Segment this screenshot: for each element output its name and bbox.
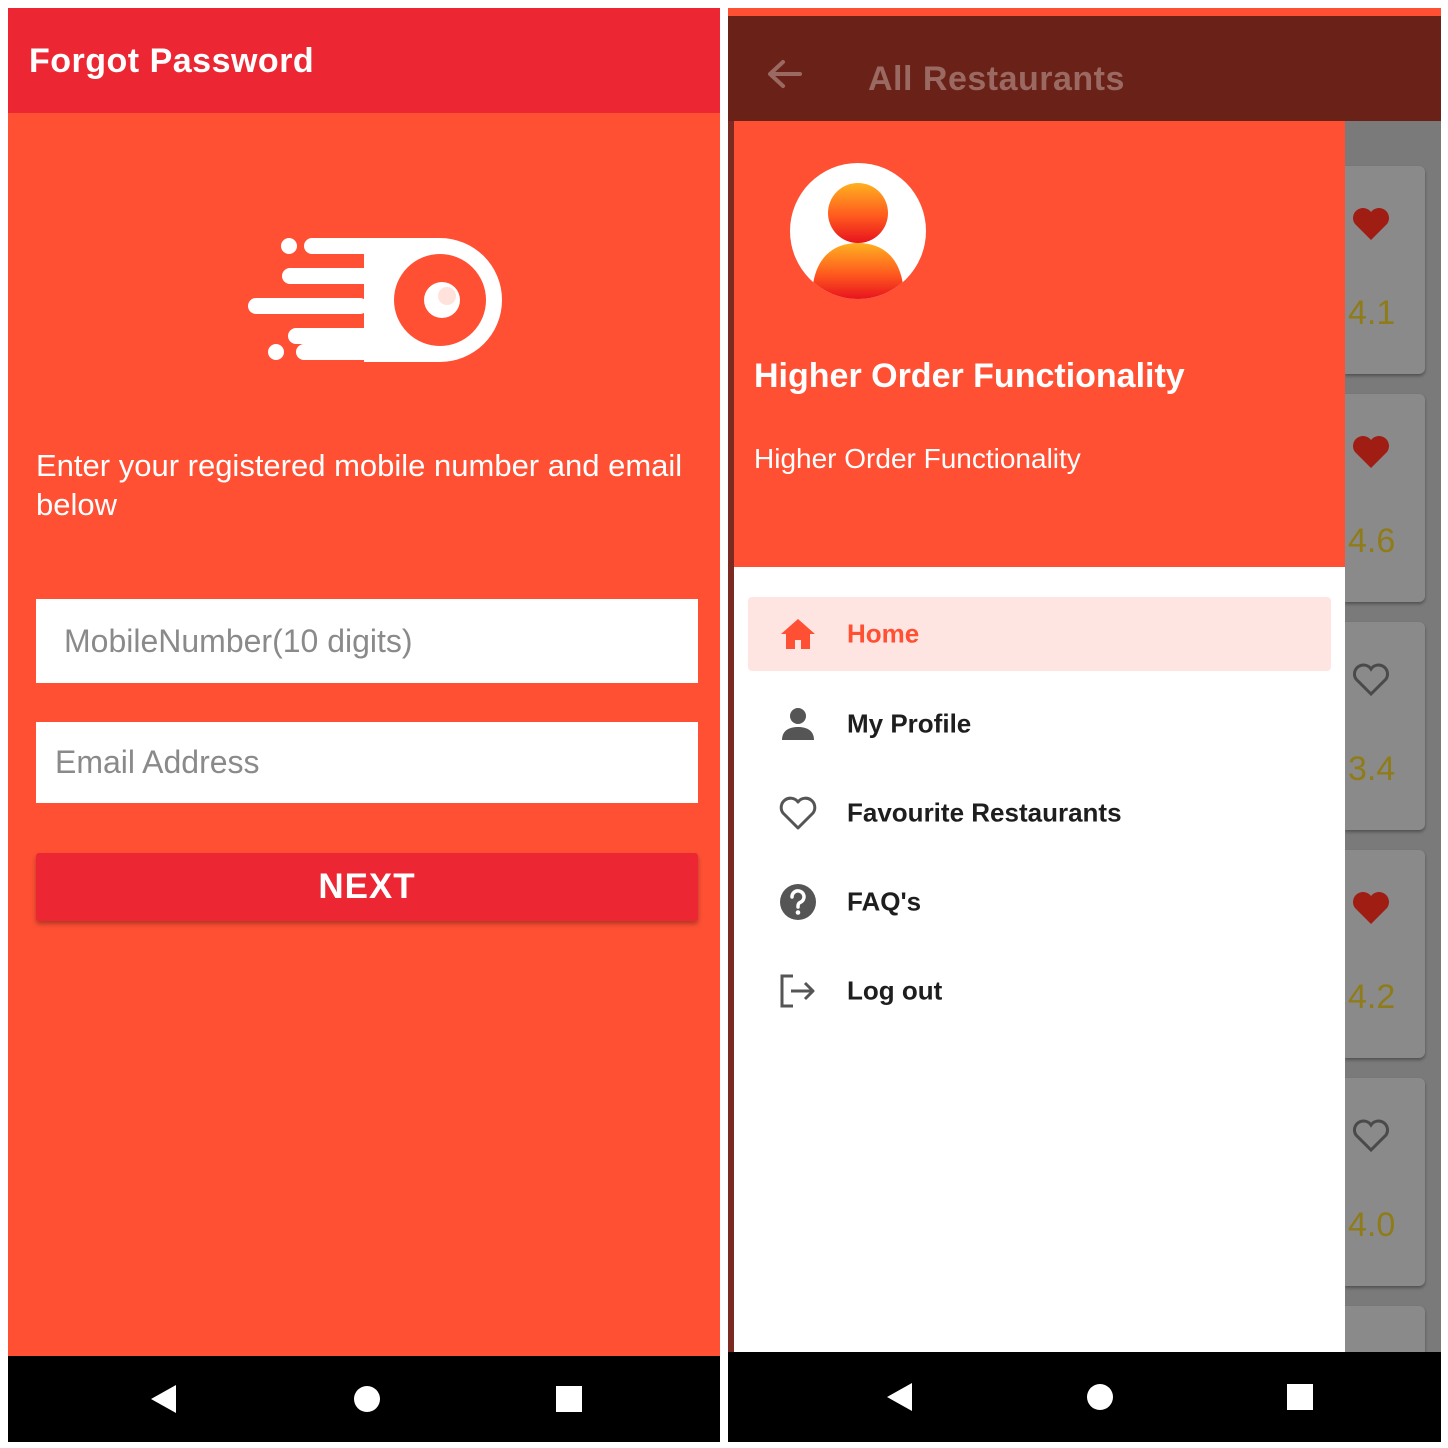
logout-icon xyxy=(780,974,815,1008)
email-address-input[interactable] xyxy=(36,722,698,803)
navigation-drawer: Higher Order Functionality Higher Order … xyxy=(734,121,1345,1352)
drawer-item-label: FAQ's xyxy=(847,886,922,917)
heart-filled-icon[interactable] xyxy=(1351,434,1391,470)
rating-text: 4.2 xyxy=(1348,978,1396,1016)
heart-filled-icon[interactable] xyxy=(1351,206,1391,242)
arrow-back-icon[interactable] xyxy=(766,58,802,90)
status-bar xyxy=(728,8,1441,16)
next-button[interactable]: NEXT xyxy=(36,853,698,921)
back-icon[interactable] xyxy=(884,1381,914,1413)
forgot-password-screen: Forgot Password Enter your registered mo… xyxy=(8,8,720,1442)
drawer-header: Higher Order Functionality Higher Order … xyxy=(734,121,1345,567)
back-icon[interactable] xyxy=(148,1383,178,1415)
home-circle-icon[interactable] xyxy=(352,1384,382,1414)
toolbar: All Restaurants xyxy=(728,16,1441,121)
restaurant-card[interactable]: 4.2 xyxy=(1345,850,1425,1058)
mobile-number-input[interactable] xyxy=(36,599,698,683)
restaurant-card[interactable]: 4.0 xyxy=(1345,1078,1425,1286)
rating-text: 4.1 xyxy=(1348,294,1396,332)
heart-outline-icon[interactable] xyxy=(1351,1118,1391,1154)
drawer-item-faqs[interactable]: FAQ's xyxy=(748,865,1331,939)
drawer-item-log-out[interactable]: Log out xyxy=(748,954,1331,1028)
restaurant-card[interactable]: 3.4 xyxy=(1345,622,1425,830)
heart-outline-icon[interactable] xyxy=(1351,662,1391,698)
system-nav-bar xyxy=(8,1356,720,1442)
app-logo-icon xyxy=(248,238,502,362)
drawer-item-home[interactable]: Home xyxy=(748,597,1331,671)
rating-text: 4.0 xyxy=(1348,1206,1396,1244)
drawer-item-label: My Profile xyxy=(847,708,972,739)
drawer-item-my-profile[interactable]: My Profile xyxy=(748,687,1331,761)
page-title: All Restaurants xyxy=(868,60,1125,98)
recents-square-icon[interactable] xyxy=(1286,1383,1314,1411)
drawer-item-label: Home xyxy=(847,618,920,649)
help-circle-icon xyxy=(780,884,816,920)
rating-text: 4.6 xyxy=(1348,522,1396,560)
drawer-user-subtitle: Higher Order Functionality xyxy=(754,443,1081,474)
toolbar: Forgot Password xyxy=(8,8,720,113)
heart-filled-icon[interactable] xyxy=(1351,890,1391,926)
home-circle-icon[interactable] xyxy=(1085,1382,1115,1412)
restaurant-card[interactable]: 4.1 xyxy=(1345,166,1425,374)
person-icon xyxy=(782,708,814,740)
restaurant-card[interactable]: 4.6 xyxy=(1345,394,1425,602)
page-title: Forgot Password xyxy=(29,42,315,80)
user-avatar-icon xyxy=(790,163,926,299)
drawer-item-label: Log out xyxy=(847,975,943,1006)
home-icon xyxy=(781,619,815,649)
drawer-item-favourite-restaurants[interactable]: Favourite Restaurants xyxy=(748,776,1331,850)
heart-outline-icon xyxy=(779,796,817,830)
rating-text: 3.4 xyxy=(1348,750,1396,788)
drawer-user-name: Higher Order Functionality xyxy=(754,357,1185,395)
system-nav-bar xyxy=(728,1352,1441,1442)
drawer-item-label: Favourite Restaurants xyxy=(847,797,1122,828)
instruction-text: Enter your registered mobile number and … xyxy=(36,448,683,522)
recents-square-icon[interactable] xyxy=(555,1385,583,1413)
all-restaurants-screen: All Restaurants 4.1 4.6 3.4 4.2 4.0 High… xyxy=(728,8,1441,1442)
